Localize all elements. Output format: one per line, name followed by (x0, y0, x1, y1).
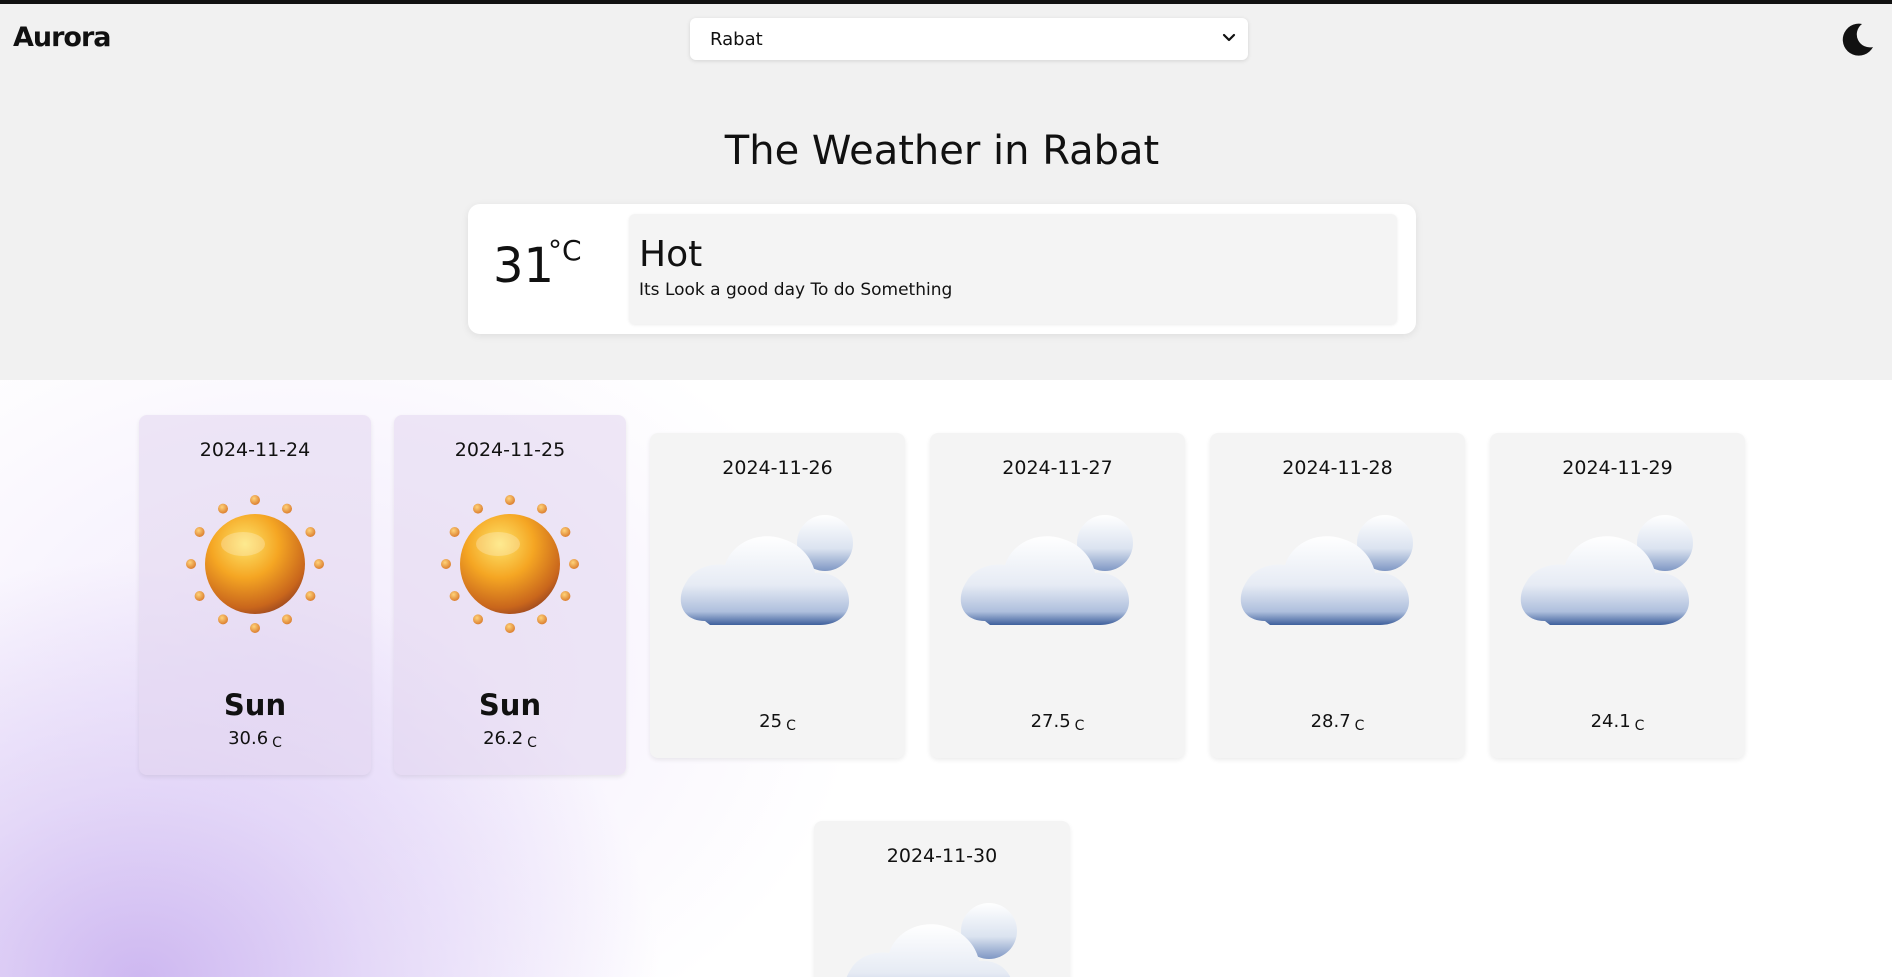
forecast-temp: 24.1 C (1590, 711, 1645, 734)
sun-icon (186, 495, 324, 633)
condition-title: Hot (639, 234, 703, 275)
forecast-card[interactable]: 2024-11-30 (814, 821, 1070, 977)
moon-icon[interactable] (1838, 20, 1876, 58)
forecast-temp: 28.7 C (1310, 711, 1365, 734)
current-temperature-unit: °C (548, 234, 582, 267)
sun-icon (441, 495, 579, 633)
forecast-card[interactable]: 2024-11-24 Sun 30.6 C (139, 415, 371, 775)
forecast-card[interactable]: 2024-11-25 Sun 26.2 C (394, 415, 626, 775)
forecast-temp: 30.6 C (228, 728, 282, 751)
city-select[interactable]: Rabat (690, 18, 1248, 60)
cloud-icon (680, 515, 853, 625)
app-logo[interactable]: Aurora (13, 22, 112, 53)
current-temperature: 31 (493, 238, 555, 294)
forecast-date: 2024-11-27 (1002, 457, 1113, 479)
forecast-label: Sun (478, 688, 542, 722)
condition-message: Its Look a good day To do Something (639, 280, 953, 300)
current-weather-card: 31 °C Hot Its Look a good day To do Some… (468, 204, 1416, 334)
forecast-date: 2024-11-26 (722, 457, 833, 479)
forecast-card[interactable]: 2024-11-26 25 C (650, 433, 905, 758)
forecast-date: 2024-11-24 (199, 439, 311, 461)
forecast-temp: 25 C (759, 711, 796, 734)
forecast-date: 2024-11-25 (454, 439, 566, 461)
forecast-label: Sun (223, 688, 287, 722)
condition-box: Hot Its Look a good day To do Something (629, 214, 1397, 324)
forecast-card[interactable]: 2024-11-28 28.7 C (1210, 433, 1465, 758)
forecast-section: 2024-11-24 Sun 30.6 C 2024-11-25 Sun 26.2… (0, 380, 1892, 977)
cloud-icon (960, 515, 1133, 625)
chevron-down-icon (1222, 31, 1236, 47)
city-select-value: Rabat (710, 28, 763, 50)
hero-section: Aurora Rabat The Weather in Rabat 31 °C … (0, 4, 1892, 380)
forecast-card[interactable]: 2024-11-27 27.5 C (930, 433, 1185, 758)
forecast-temp: 27.5 C (1030, 711, 1085, 734)
cloud-icon (1520, 515, 1693, 625)
forecast-date: 2024-11-30 (886, 845, 998, 867)
forecast-card[interactable]: 2024-11-29 24.1 C (1490, 433, 1745, 758)
page-title: The Weather in Rabat (724, 128, 1160, 174)
cloud-icon (1240, 515, 1413, 625)
forecast-date: 2024-11-28 (1282, 457, 1393, 479)
cloud-icon (844, 903, 1017, 977)
forecast-date: 2024-11-29 (1562, 457, 1673, 479)
forecast-temp: 26.2 C (483, 728, 537, 751)
